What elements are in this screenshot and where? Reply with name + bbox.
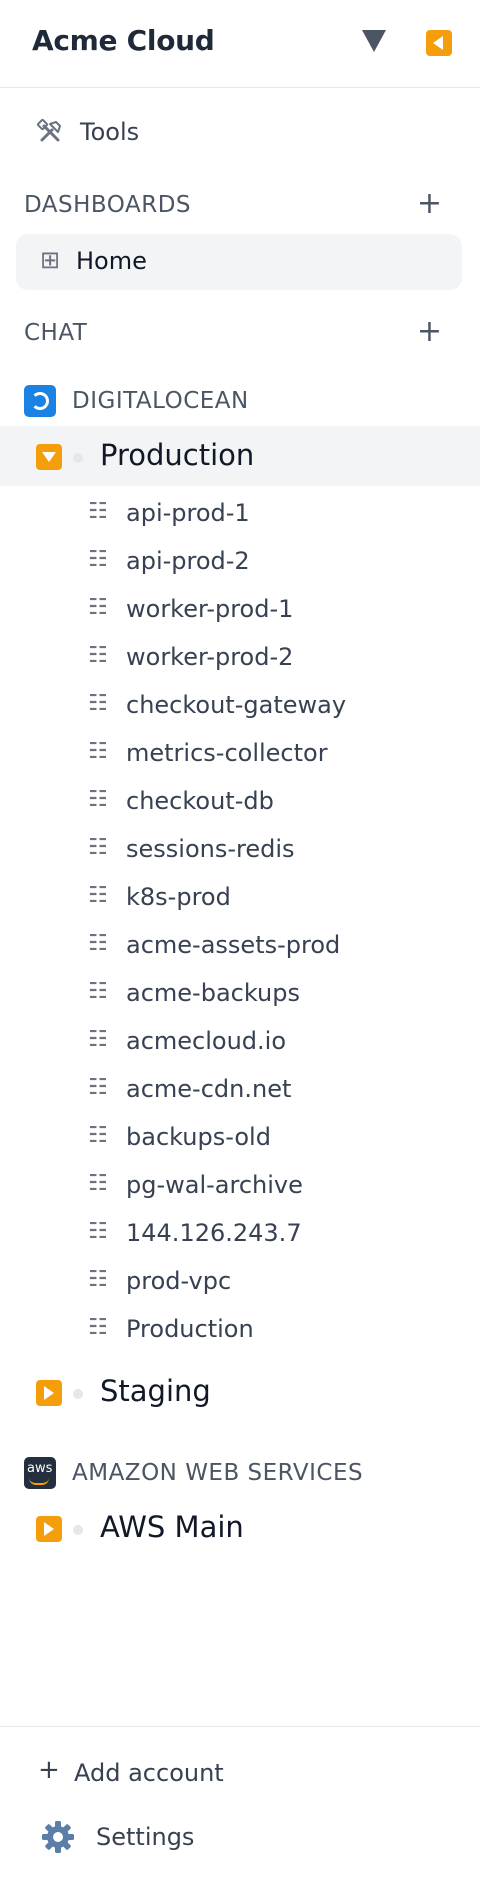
add-chat-button[interactable]: +: [417, 314, 442, 349]
status-dot: [73, 1389, 83, 1399]
resource-label: pg-wal-archive: [126, 1171, 303, 1199]
resource-icon: ☷: [88, 1315, 108, 1340]
dashboard-item-home[interactable]: ⊞ Home: [16, 234, 462, 290]
resource-item[interactable]: ☷ prod-vpc: [0, 1258, 480, 1306]
resource-label: sessions-redis: [126, 835, 295, 863]
resource-icon: ☷: [88, 739, 108, 764]
expand-toggle-icon[interactable]: [36, 444, 62, 470]
resource-icon: ☷: [88, 835, 108, 860]
chat-section-header: CHAT +: [24, 314, 456, 352]
digitalocean-logo-icon: [24, 385, 56, 417]
resource-icon: ☷: [88, 547, 108, 572]
resource-label: k8s-prod: [126, 883, 231, 911]
resource-label: acme-cdn.net: [126, 1075, 292, 1103]
resource-label: 144.126.243.7: [126, 1219, 302, 1247]
resource-item[interactable]: ☷ checkout-db: [0, 778, 480, 826]
resource-icon: ☷: [88, 787, 108, 812]
aws-logo-icon: aws: [24, 1457, 56, 1489]
provider-aws: aws AMAZON WEB SERVICES: [24, 1454, 456, 1494]
resource-item[interactable]: ☷ worker-prod-2: [0, 634, 480, 682]
resource-label: acmecloud.io: [126, 1027, 287, 1055]
resource-icon: ☷: [88, 979, 108, 1004]
resource-icon: ☷: [88, 595, 108, 620]
resource-item[interactable]: ☷ acmecloud.io: [0, 1018, 480, 1066]
resource-item[interactable]: ☷ k8s-prod: [0, 874, 480, 922]
resource-label: api-prod-2: [126, 547, 250, 575]
account-label: Production: [100, 438, 255, 472]
resource-item[interactable]: ☷ sessions-redis: [0, 826, 480, 874]
resource-item[interactable]: ☷ backups-old: [0, 1114, 480, 1162]
account-label: AWS Main: [100, 1510, 244, 1544]
resource-label: Production: [126, 1315, 254, 1343]
resource-item[interactable]: ☷ metrics-collector: [0, 730, 480, 778]
account-production[interactable]: Production: [0, 426, 480, 486]
resource-icon: ☷: [88, 883, 108, 908]
resource-label: worker-prod-1: [126, 595, 294, 623]
dashboards-section-header: DASHBOARDS +: [24, 186, 456, 224]
resource-label: worker-prod-2: [126, 643, 294, 671]
provider-label: AMAZON WEB SERVICES: [72, 1460, 364, 1486]
resource-label: api-prod-1: [126, 499, 250, 527]
resource-icon: ☷: [88, 931, 108, 956]
resource-item[interactable]: ☷ api-prod-1: [0, 490, 480, 538]
sidebar-footer: + Add account Settings: [0, 1726, 480, 1888]
settings-button[interactable]: Settings: [24, 1813, 456, 1861]
resource-item[interactable]: ☷ checkout-gateway: [0, 682, 480, 730]
resource-label: acme-backups: [126, 979, 300, 1007]
resource-item[interactable]: ☷ acme-assets-prod: [0, 922, 480, 970]
resource-icon: ☷: [88, 691, 108, 716]
gear-icon: [42, 1821, 74, 1853]
account-staging[interactable]: Staging: [0, 1362, 480, 1422]
settings-label: Settings: [96, 1823, 195, 1851]
aws-logo-text: aws: [27, 1461, 53, 1476]
resource-item[interactable]: ☷ pg-wal-archive: [0, 1162, 480, 1210]
dashboards-heading: DASHBOARDS: [24, 192, 192, 218]
status-dot: [73, 453, 83, 463]
add-account-button[interactable]: + Add account: [24, 1749, 456, 1797]
resource-icon: ☷: [88, 643, 108, 668]
resource-icon: ☷: [88, 1219, 108, 1244]
resource-icon: ☷: [88, 1123, 108, 1148]
resource-icon: ☷: [88, 499, 108, 524]
resource-item[interactable]: ☷ acme-backups: [0, 970, 480, 1018]
resource-label: acme-assets-prod: [126, 931, 341, 959]
resource-icon: ☷: [88, 1075, 108, 1100]
resource-item[interactable]: ☷ api-prod-2: [0, 538, 480, 586]
resource-item[interactable]: ☷ 144.126.243.7: [0, 1210, 480, 1258]
account-switcher-dropdown-icon[interactable]: [362, 30, 386, 52]
resource-item[interactable]: ☷ acme-cdn.net: [0, 1066, 480, 1114]
expand-toggle-icon[interactable]: [36, 1380, 62, 1406]
app-title: Acme Cloud: [32, 24, 215, 57]
resource-icon: ☷: [88, 1267, 108, 1292]
collapse-sidebar-button[interactable]: [426, 30, 452, 56]
resource-item[interactable]: ☷ worker-prod-1: [0, 586, 480, 634]
resource-item[interactable]: ☷ Production: [0, 1306, 480, 1354]
status-dot: [73, 1525, 83, 1535]
resource-label: checkout-gateway: [126, 691, 347, 719]
dashboard-item-label: Home: [76, 247, 147, 275]
add-account-label: Add account: [74, 1759, 224, 1787]
resource-label: backups-old: [126, 1123, 271, 1151]
resource-icon: ☷: [88, 1027, 108, 1052]
tools-icon: [36, 118, 61, 142]
resource-label: checkout-db: [126, 787, 274, 815]
grid-icon: ⊞: [40, 246, 61, 274]
expand-toggle-icon[interactable]: [36, 1516, 62, 1542]
add-dashboard-button[interactable]: +: [417, 186, 442, 221]
chat-heading: CHAT: [24, 320, 88, 346]
provider-digitalocean: DIGITALOCEAN: [24, 382, 456, 422]
provider-label: DIGITALOCEAN: [72, 388, 249, 414]
plus-icon: +: [38, 1755, 60, 1785]
resource-label: metrics-collector: [126, 739, 328, 767]
account-aws-main[interactable]: AWS Main: [0, 1498, 480, 1558]
resource-label: prod-vpc: [126, 1267, 232, 1295]
resource-list: ☷ api-prod-1 ☷ api-prod-2 ☷ worker-prod-1 ☷ wor…: [0, 490, 480, 1354]
account-label: Staging: [100, 1374, 211, 1408]
sidebar-header: Acme Cloud: [0, 0, 480, 88]
tools-nav-item[interactable]: Tools: [24, 110, 456, 158]
tools-label: Tools: [80, 118, 140, 146]
resource-icon: ☷: [88, 1171, 108, 1196]
